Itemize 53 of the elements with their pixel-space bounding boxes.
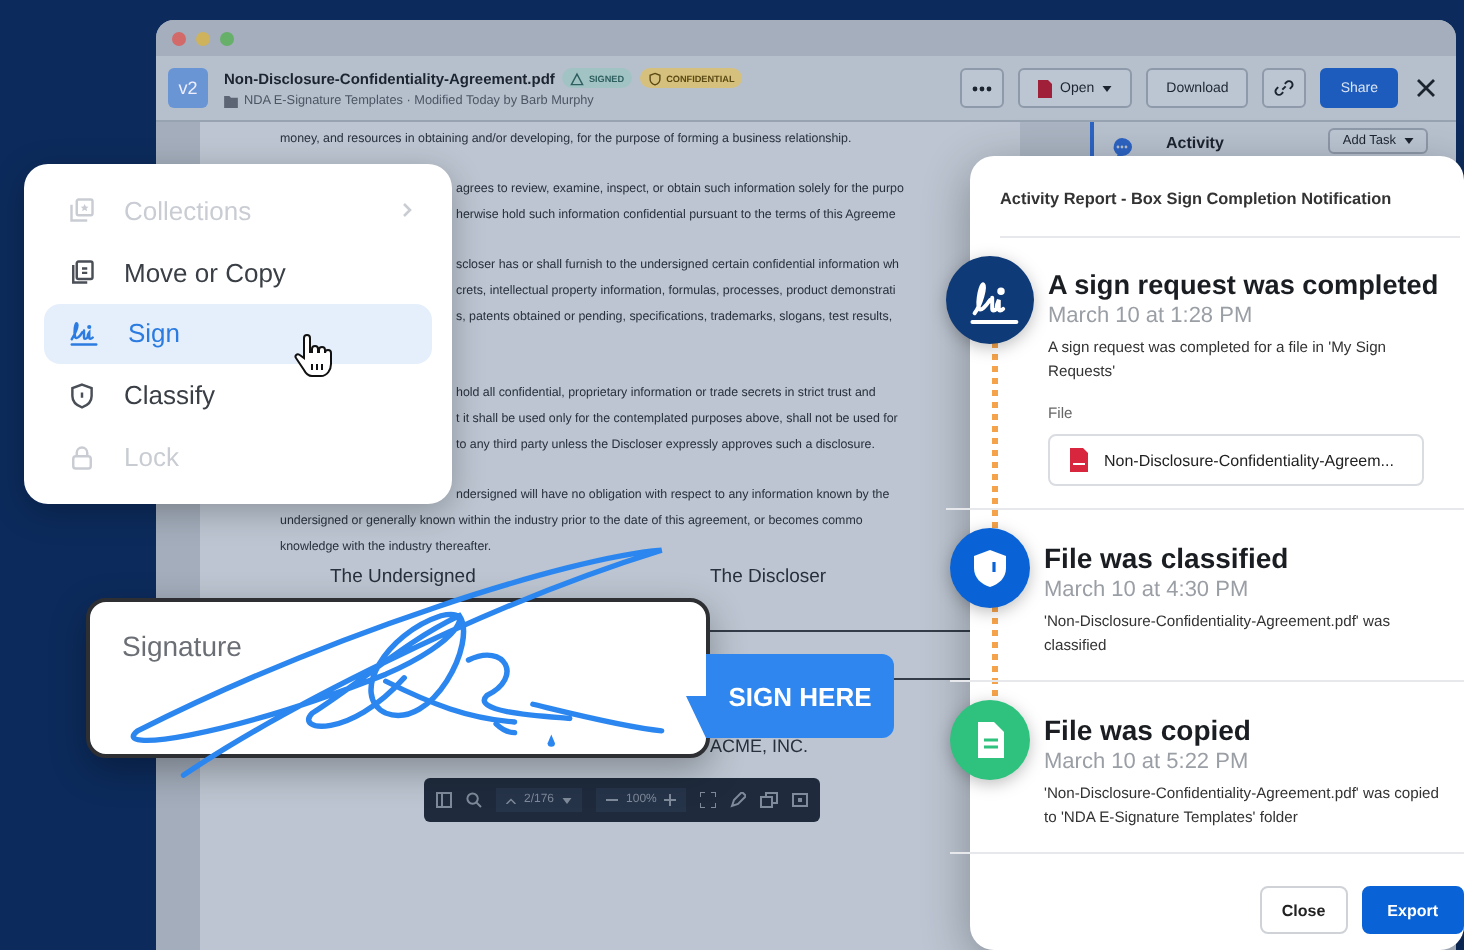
event-title: A sign request was completed <box>1048 268 1441 300</box>
pen-icon <box>730 792 747 808</box>
hand-cursor-icon <box>292 334 332 378</box>
lock-icon <box>68 443 96 472</box>
file-chip[interactable]: Non-Disclosure-Confidentiality-Agreem... <box>1048 434 1424 486</box>
search-icon <box>466 792 482 808</box>
collections-icon <box>68 196 96 225</box>
pages-icon <box>760 792 779 808</box>
maximize-window-dot[interactable] <box>220 31 234 45</box>
pdf-file-icon <box>1070 448 1088 472</box>
more-icon <box>972 85 993 91</box>
minimize-window-dot[interactable] <box>196 31 210 45</box>
caret-icon <box>1102 85 1113 91</box>
caret-icon <box>1404 138 1414 144</box>
event-time: March 10 at 4:30 PM <box>1044 578 1251 602</box>
close-icon <box>1416 78 1436 98</box>
chevron-up-icon <box>506 797 516 803</box>
sidebar-toggle-icon <box>436 792 452 808</box>
company-name: ACME, INC. <box>710 734 811 760</box>
pdf-icon <box>1038 79 1053 97</box>
signer-label: The Undersigned <box>330 564 478 592</box>
event-time: March 10 at 5:22 PM <box>1044 750 1251 774</box>
folder-icon <box>224 95 238 107</box>
presentation-icon <box>792 792 809 808</box>
close-button[interactable] <box>1412 74 1440 102</box>
menu-item[interactable]: Move or Copy <box>44 241 432 304</box>
version-badge: v2 <box>168 68 208 108</box>
signer-label: The Discloser <box>710 564 829 590</box>
event-title: File was copied <box>1044 712 1253 746</box>
copy-icon <box>68 258 96 287</box>
shield-icon <box>648 71 663 85</box>
minus-icon <box>606 794 619 806</box>
signature-icon <box>68 319 100 348</box>
chat-icon <box>1110 136 1134 160</box>
fullscreen-icon <box>700 792 717 808</box>
chevron-right-icon <box>402 202 412 219</box>
link-icon <box>1274 78 1295 98</box>
shield-icon <box>68 381 96 410</box>
close-window-dot[interactable] <box>172 31 186 45</box>
sign-here-tag[interactable]: SIGN HERE <box>686 654 894 738</box>
sidebar-title: Activity <box>1166 134 1224 152</box>
event-time: March 10 at 1:28 PM <box>1048 304 1255 328</box>
caret-icon <box>562 797 573 803</box>
signature-field-label: Signature <box>122 630 242 662</box>
close-button[interactable]: Close <box>1259 886 1348 934</box>
menu-item[interactable]: Sign <box>44 303 432 365</box>
link-button[interactable] <box>1262 68 1307 108</box>
menu-item[interactable]: Classify <box>44 364 432 427</box>
plus-icon <box>664 794 677 806</box>
event-title: File was classified <box>1044 540 1291 574</box>
more-button[interactable] <box>960 68 1005 108</box>
report-title: Activity Report - Box Sign Completion Notification <box>1000 190 1460 238</box>
export-button[interactable]: Export <box>1361 886 1464 934</box>
